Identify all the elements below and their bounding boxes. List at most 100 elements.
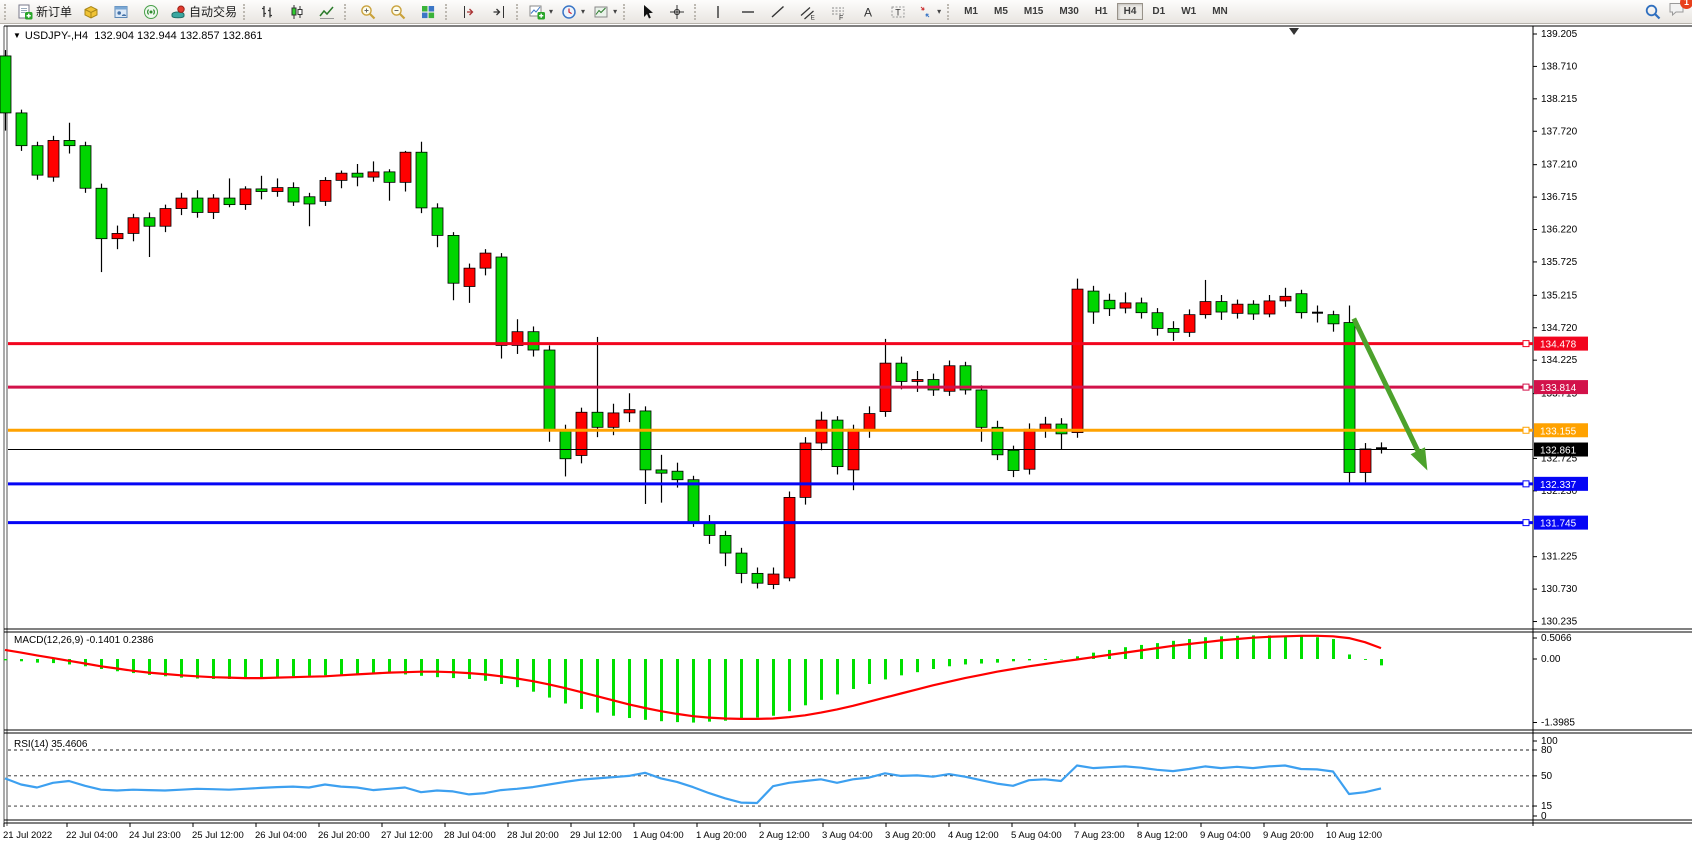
add-indicator-button[interactable]: ▾ <box>525 1 557 23</box>
candle-bullish <box>768 574 779 584</box>
trendline-button[interactable] <box>763 1 793 23</box>
text-icon: A <box>860 4 876 20</box>
candle-bullish <box>1232 304 1243 313</box>
hline-handle[interactable] <box>1523 341 1529 347</box>
candle-bearish <box>448 235 459 283</box>
hline-handle[interactable] <box>1523 384 1529 390</box>
hline-handle[interactable] <box>1523 520 1529 526</box>
main-toolbar: 新订单 自动交易 ▾ ▾ ▾ E FA T ▾ M1M5M15M30H1H4D1W1MN 1 <box>0 0 1692 24</box>
svg-text:A: A <box>864 5 872 19</box>
candle-bearish <box>1104 300 1115 309</box>
rsi-scale-label: 80 <box>1541 745 1553 756</box>
timeframe-h4-button[interactable]: H4 <box>1117 3 1144 20</box>
fibonacci-button[interactable]: F <box>823 1 853 23</box>
chevron-down-icon[interactable]: ▾ <box>613 7 617 16</box>
candle-bearish <box>736 553 747 573</box>
text-button[interactable]: A <box>853 1 883 23</box>
svg-text:131.745: 131.745 <box>1540 519 1577 530</box>
auto-trading-button[interactable]: 自动交易 <box>166 1 241 23</box>
hline-132.337[interactable] <box>8 481 1533 487</box>
candle-bearish <box>688 480 699 523</box>
timeframe-m30-button[interactable]: M30 <box>1052 3 1085 20</box>
date-tick-label: 25 Jul 12:00 <box>192 830 244 841</box>
tile-windows-button[interactable] <box>413 1 443 23</box>
chat-button[interactable]: 1 <box>1668 0 1686 23</box>
candle-bullish <box>912 380 923 382</box>
candle-bearish <box>752 573 763 583</box>
add-indicator-icon <box>529 4 545 20</box>
svg-text:133.155: 133.155 <box>1540 426 1577 437</box>
vertical-line-button[interactable] <box>703 1 733 23</box>
market-watch-button[interactable] <box>76 1 106 23</box>
macd-scale-label: 0.5066 <box>1541 633 1572 644</box>
timeframe-h1-button[interactable]: H1 <box>1088 3 1115 20</box>
bar-chart-icon <box>259 4 275 20</box>
mt4-terminal: 新订单 自动交易 ▾ ▾ ▾ E FA T ▾ M1M5M15M30H1H4D1W1MN 1 ▼US… <box>0 0 1692 844</box>
candle-bullish <box>1360 449 1371 473</box>
chart-shift-button[interactable] <box>454 1 484 23</box>
data-window-button[interactable] <box>106 1 136 23</box>
timeframe-m15-button[interactable]: M15 <box>1017 3 1050 20</box>
horizontal-line-button[interactable] <box>733 1 763 23</box>
crosshair-button[interactable] <box>662 1 692 23</box>
text-label-button[interactable]: T <box>883 1 913 23</box>
candle-bearish <box>16 113 27 146</box>
chart-shift-marker[interactable] <box>1289 28 1299 35</box>
timeframe-m5-button[interactable]: M5 <box>987 3 1015 20</box>
search-icon[interactable] <box>1644 3 1662 21</box>
chart-canvas[interactable]: 139.205138.710138.215137.720137.210136.7… <box>0 0 1692 844</box>
cursor-button[interactable] <box>632 1 662 23</box>
chart-dropdown-icon[interactable]: ▼ <box>13 31 21 40</box>
text-label-icon: T <box>890 4 906 20</box>
date-tick-label: 9 Aug 04:00 <box>1200 830 1251 841</box>
hline-133.155[interactable] <box>8 427 1533 433</box>
candle-bearish <box>96 188 107 238</box>
candle-bearish <box>192 198 203 212</box>
candle-bearish <box>32 146 43 175</box>
candle-chart-button[interactable] <box>282 1 312 23</box>
svg-text:E: E <box>811 14 816 20</box>
candle-bullish <box>400 152 411 182</box>
new-order-button[interactable]: 新订单 <box>13 1 76 23</box>
candle-bearish <box>1008 450 1019 470</box>
candle-bearish <box>544 350 555 430</box>
chevron-down-icon[interactable]: ▾ <box>549 7 553 16</box>
line-chart-button[interactable] <box>312 1 342 23</box>
hline-131.745[interactable] <box>8 520 1533 526</box>
macd-scale-label: 0.00 <box>1541 654 1561 665</box>
candle-bullish <box>128 218 139 234</box>
navigator-button[interactable] <box>136 1 166 23</box>
price-tick-label: 137.720 <box>1541 126 1578 137</box>
hline-handle[interactable] <box>1523 481 1529 487</box>
chart-title: ▼USDJPY-,H4 132.904 132.944 132.857 132.… <box>13 30 262 42</box>
candle-bullish <box>112 233 123 238</box>
macd-indicator-label: MACD(12,26,9) -0.1401 0.2386 <box>14 635 154 646</box>
timeframe-d1-button[interactable]: D1 <box>1145 3 1172 20</box>
hline-handle[interactable] <box>1523 427 1529 433</box>
templates-button[interactable]: ▾ <box>589 1 621 23</box>
candle-bullish <box>1200 302 1211 315</box>
date-tick-label: 22 Jul 04:00 <box>66 830 118 841</box>
hline-133.814[interactable] <box>8 384 1533 390</box>
candle-bearish <box>832 420 843 467</box>
candle-bearish <box>528 332 539 350</box>
chevron-down-icon[interactable]: ▾ <box>937 7 941 16</box>
timeframe-m1-button[interactable]: M1 <box>957 3 985 20</box>
zoom-in-button[interactable] <box>353 1 383 23</box>
chevron-down-icon[interactable]: ▾ <box>581 7 585 16</box>
auto-scroll-button[interactable] <box>484 1 514 23</box>
macd-scale-label: -1.3985 <box>1541 717 1575 728</box>
periods-button[interactable]: ▾ <box>557 1 589 23</box>
timeframe-w1-button[interactable]: W1 <box>1174 3 1203 20</box>
hline-134.478[interactable] <box>8 341 1533 347</box>
cursor-icon <box>639 4 655 20</box>
arrows-button[interactable]: ▾ <box>913 1 945 23</box>
bar-chart-button[interactable] <box>252 1 282 23</box>
timeframe-mn-button[interactable]: MN <box>1205 3 1235 20</box>
trend-arrow[interactable] <box>1354 319 1428 471</box>
price-badge: 132.337 <box>1534 477 1588 491</box>
zoom-out-button[interactable] <box>383 1 413 23</box>
macd-panel: 0.5066 0.00 -1.3985 <box>5 633 1575 728</box>
equidistant-channel-button[interactable]: E <box>793 1 823 23</box>
candle-bullish <box>160 209 171 227</box>
